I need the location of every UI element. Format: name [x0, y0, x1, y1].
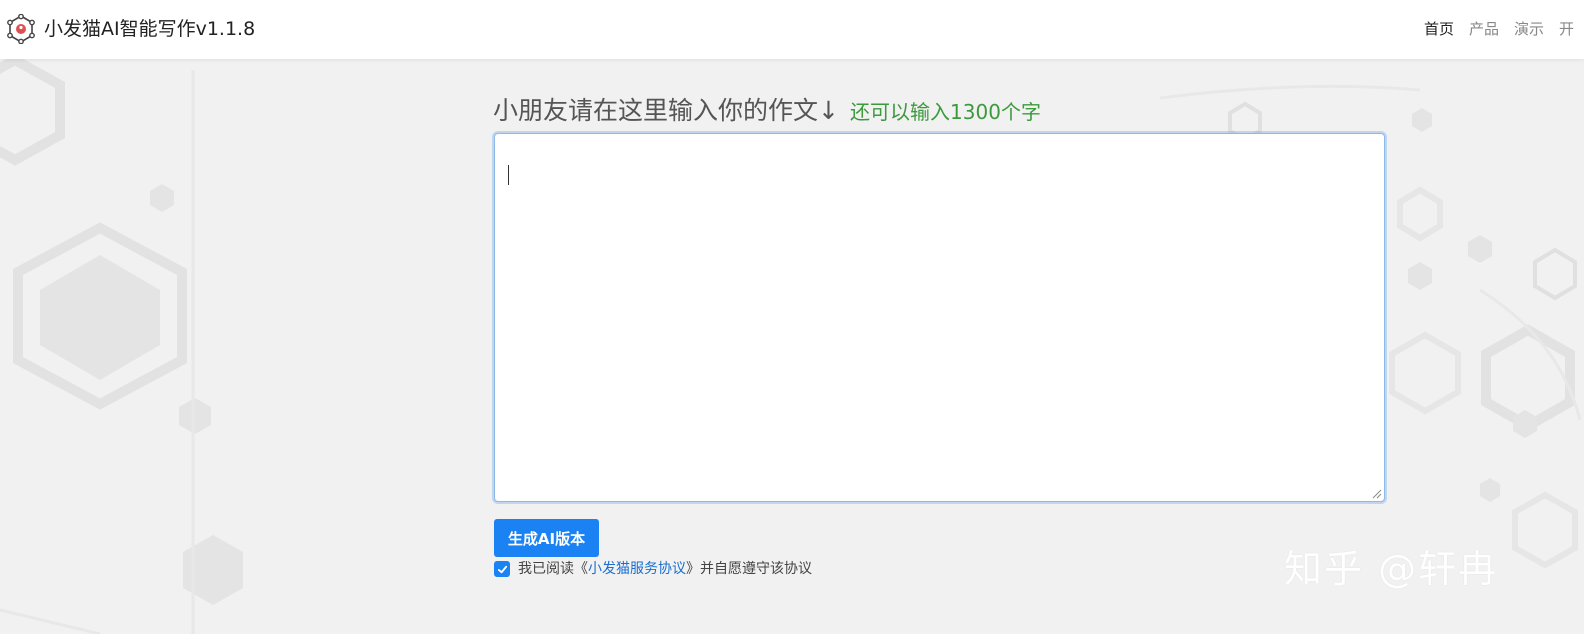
nav-item-products[interactable]: 产品	[1469, 18, 1499, 40]
remaining-char-count: 还可以输入1300个字	[850, 100, 1041, 124]
agreement-checkbox[interactable]	[494, 561, 510, 577]
nav-item-demo[interactable]: 演示	[1514, 18, 1544, 40]
essay-heading: 小朋友请在这里输入你的作文↓	[493, 96, 839, 125]
nav-item-cutoff[interactable]: 开	[1559, 18, 1574, 40]
top-navbar: 小发猫AI智能写作v1.1.8 首页 产品 演示 开	[0, 0, 1584, 59]
service-agreement-link[interactable]: 小发猫服务协议	[588, 561, 686, 577]
resize-handle-icon[interactable]	[1372, 489, 1382, 499]
essay-textarea[interactable]	[494, 133, 1385, 502]
text-caret	[508, 165, 509, 185]
agreement-row: 我已阅读《小发猫服务协议》并自愿遵守该协议	[494, 559, 812, 579]
agreement-text: 我已阅读《小发猫服务协议》并自愿遵守该协议	[518, 559, 812, 579]
check-icon	[497, 565, 507, 573]
app-title: 小发猫AI智能写作v1.1.8	[44, 18, 256, 40]
essay-heading-row: 小朋友请在这里输入你的作文↓ 还可以输入1300个字	[493, 93, 1041, 129]
nav-item-home[interactable]: 首页	[1424, 18, 1454, 40]
hexagon-network-logo-icon	[7, 14, 35, 44]
agreement-prefix: 我已阅读《	[518, 561, 588, 577]
generate-ai-version-button[interactable]: 生成AI版本	[494, 519, 599, 557]
top-nav: 首页 产品 演示 开	[1424, 18, 1574, 40]
zhihu-watermark: 知乎 @轩冉	[1284, 547, 1499, 591]
agreement-suffix: 》并自愿遵守该协议	[686, 561, 812, 577]
